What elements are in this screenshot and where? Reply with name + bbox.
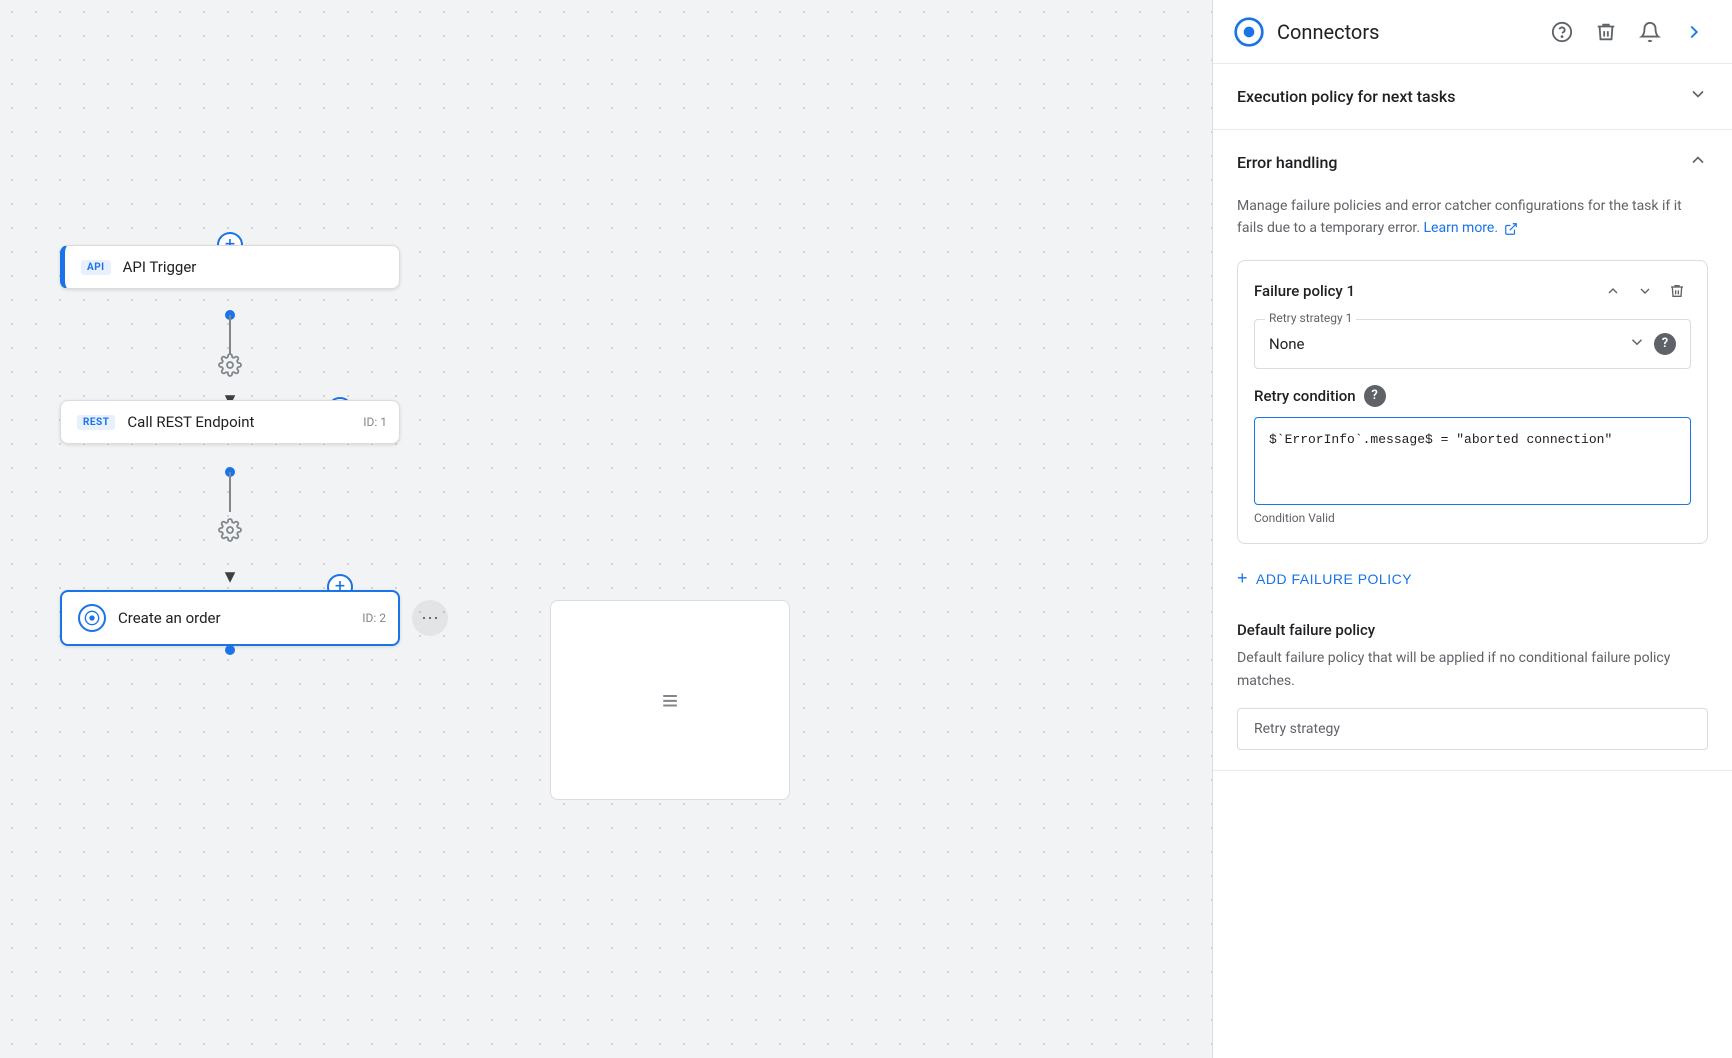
- bottom-card: ≡: [550, 600, 790, 800]
- learn-more-link[interactable]: Learn more.: [1424, 220, 1518, 236]
- help-btn[interactable]: [1544, 14, 1580, 50]
- retry-strategy-help-icon[interactable]: ?: [1654, 333, 1676, 355]
- error-handling-desc: Manage failure policies and error catche…: [1237, 195, 1708, 240]
- retry-strategy-actions: ?: [1628, 332, 1676, 356]
- default-policy-desc: Default failure policy that will be appl…: [1237, 647, 1708, 692]
- flow-canvas: + API API Trigger ▼ + REST Call REST End…: [0, 0, 1212, 1058]
- collapse-panel-btn[interactable]: [1676, 14, 1712, 50]
- gear-icon-1[interactable]: [218, 353, 242, 377]
- gear-icon-2[interactable]: [218, 518, 242, 542]
- condition-textarea-wrapper: $`ErrorInfo`.message$ = "aborted connect…: [1254, 417, 1691, 506]
- retry-strategy-select[interactable]: None ?: [1255, 320, 1690, 368]
- line-1: [229, 315, 231, 355]
- retry-strategy-value: None: [1269, 335, 1628, 353]
- connector-node-icon: [78, 604, 106, 632]
- rest-id: ID: 1: [363, 415, 387, 429]
- notifications-btn[interactable]: [1632, 14, 1668, 50]
- rest-node[interactable]: REST Call REST Endpoint ID: 1: [60, 400, 400, 444]
- retry-condition-help-icon[interactable]: ?: [1364, 385, 1386, 407]
- add-failure-policy-btn[interactable]: + ADD FAILURE POLICY: [1237, 560, 1412, 597]
- retry-strategy-label: Retry strategy 1: [1265, 311, 1356, 325]
- execution-policy-chevron: [1688, 84, 1708, 109]
- api-badge: API: [81, 260, 111, 275]
- rest-badge: REST: [77, 415, 115, 430]
- connector-dot-3: [225, 645, 235, 655]
- retry-strategy-arrow: [1628, 332, 1646, 356]
- retry-strategy-group: Retry strategy 1 None ?: [1254, 319, 1691, 369]
- panel-title: Connectors: [1277, 20, 1532, 44]
- panel-connector-icon: [1233, 16, 1265, 48]
- right-panel: Connectors: [1212, 0, 1732, 1058]
- execution-policy-section: Execution policy for next tasks: [1213, 64, 1732, 130]
- panel-header-actions: [1544, 14, 1712, 50]
- create-order-node[interactable]: Create an order ID: 2 ⋯: [60, 590, 400, 646]
- condition-valid-text: Condition Valid: [1254, 509, 1691, 527]
- api-trigger-label: API Trigger: [123, 258, 197, 276]
- failure-policy-1-header: Failure policy 1: [1254, 277, 1691, 305]
- api-trigger-node[interactable]: API API Trigger: [60, 245, 400, 289]
- bottom-card-icon: ≡: [662, 684, 678, 717]
- retry-condition-group: Retry condition ? $`ErrorInfo`.message$ …: [1254, 385, 1691, 528]
- execution-policy-header[interactable]: Execution policy for next tasks: [1213, 64, 1732, 129]
- fp-move-up-btn[interactable]: [1599, 277, 1627, 305]
- arrow-2: ▼: [221, 567, 239, 588]
- execution-policy-title: Execution policy for next tasks: [1237, 87, 1455, 106]
- retry-condition-text: Retry condition: [1254, 387, 1356, 405]
- retry-strategy-select-wrapper: Retry strategy 1 None ?: [1254, 319, 1691, 369]
- failure-policy-1-title: Failure policy 1: [1254, 282, 1355, 300]
- error-handling-section: Error handling Manage failure policies a…: [1213, 130, 1732, 771]
- more-options-btn[interactable]: ⋯: [412, 600, 448, 636]
- error-handling-header[interactable]: Error handling: [1213, 130, 1732, 195]
- create-order-label: Create an order: [118, 609, 221, 627]
- error-handling-chevron: [1688, 150, 1708, 175]
- panel-header: Connectors: [1213, 0, 1732, 64]
- default-policy-placeholder: Retry strategy: [1254, 721, 1340, 737]
- fp-delete-btn[interactable]: [1663, 277, 1691, 305]
- default-failure-policy-section: Default failure policy Default failure p…: [1237, 621, 1708, 750]
- panel-content: Execution policy for next tasks Error ha…: [1213, 64, 1732, 1058]
- add-failure-policy-label: ADD FAILURE POLICY: [1256, 571, 1412, 587]
- rest-label: Call REST Endpoint: [127, 413, 254, 431]
- condition-textarea[interactable]: $`ErrorInfo`.message$ = "aborted connect…: [1269, 430, 1676, 489]
- retry-condition-label-row: Retry condition ?: [1254, 385, 1691, 407]
- failure-policy-1-actions: [1599, 277, 1691, 305]
- default-policy-title: Default failure policy: [1237, 621, 1708, 639]
- fp-move-down-btn[interactable]: [1631, 277, 1659, 305]
- error-handling-title: Error handling: [1237, 153, 1337, 172]
- default-policy-card: Retry strategy: [1237, 708, 1708, 750]
- create-order-id: ID: 2: [362, 611, 386, 625]
- error-handling-content: Manage failure policies and error catche…: [1213, 195, 1732, 770]
- delete-btn[interactable]: [1588, 14, 1624, 50]
- line-2: [229, 472, 231, 512]
- failure-policy-1-card: Failure policy 1: [1237, 260, 1708, 545]
- add-failure-plus-icon: +: [1237, 568, 1248, 589]
